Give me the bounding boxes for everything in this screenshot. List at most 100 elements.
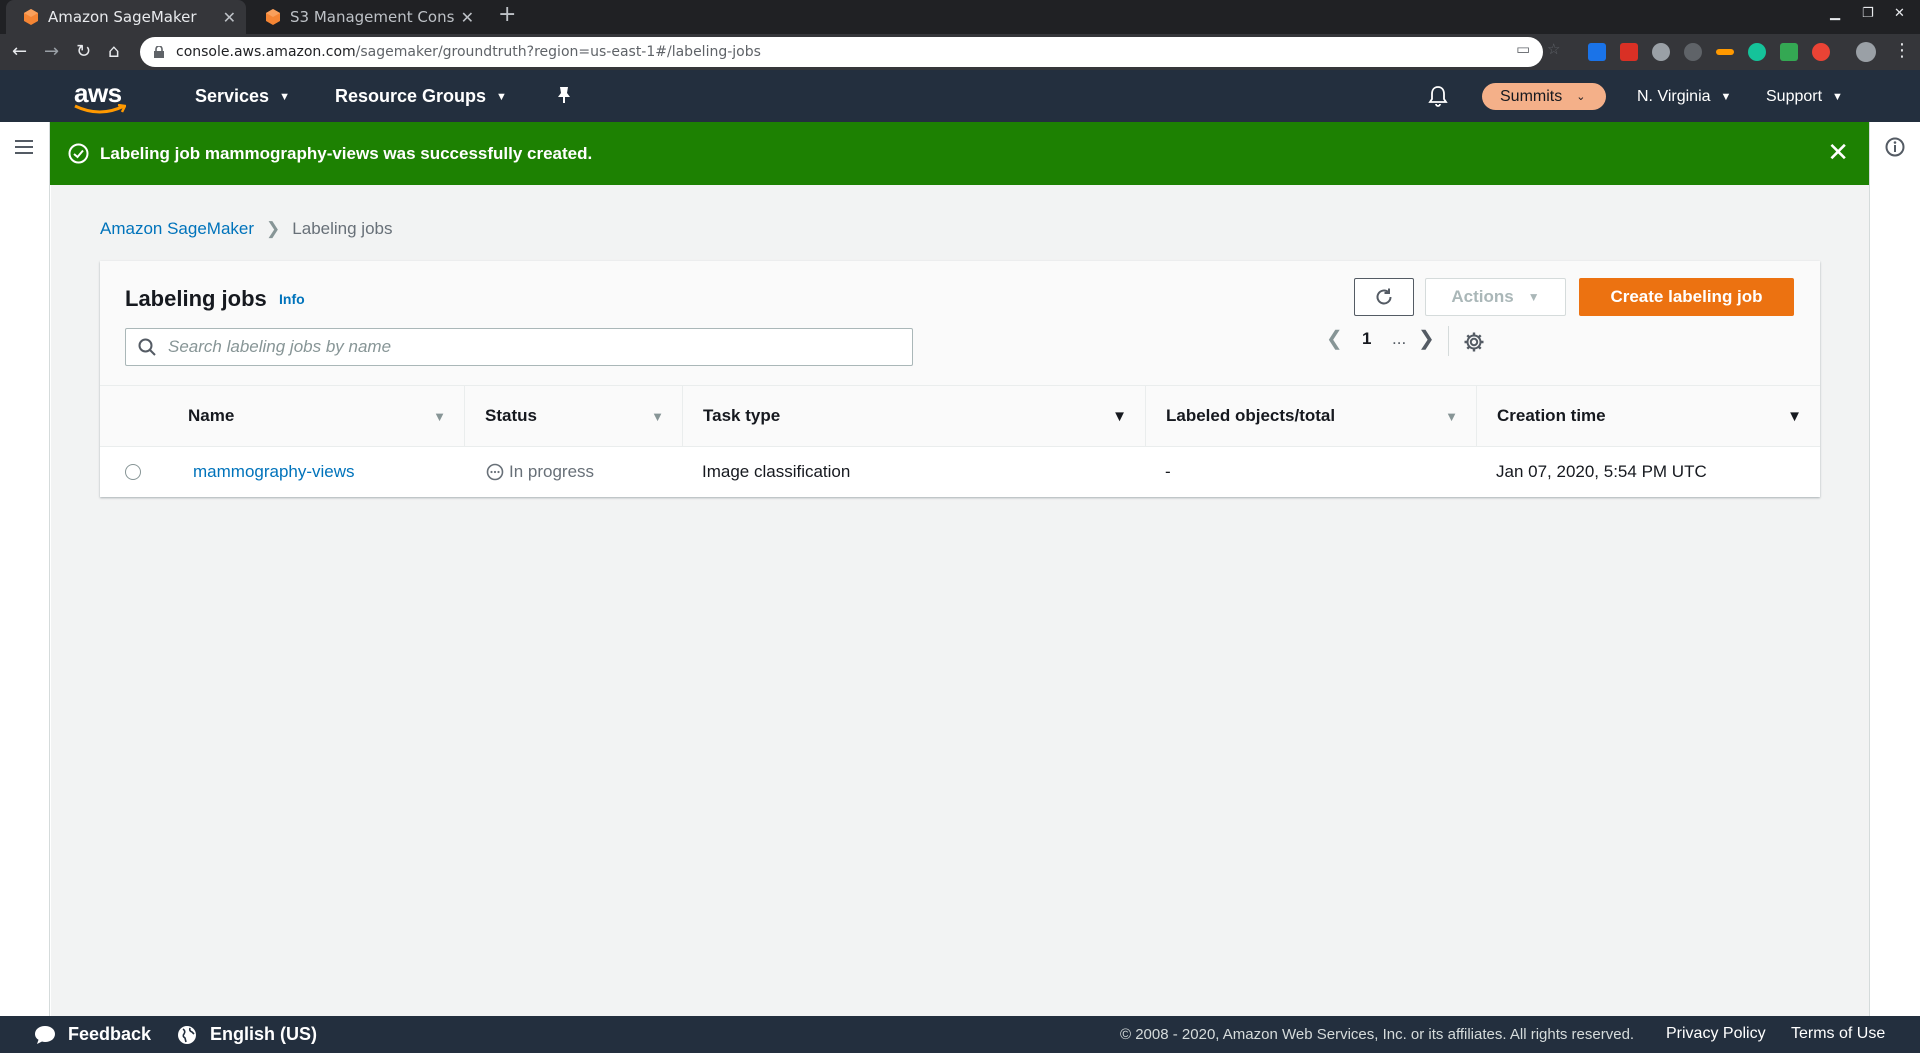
resource-groups-menu[interactable]: Resource Groups ▼ [335, 86, 507, 107]
chevron-down-icon: ▼ [279, 91, 290, 104]
sort-icon: ▼ [1445, 408, 1458, 424]
success-check-icon [68, 143, 89, 164]
new-tab-icon[interactable]: + [498, 2, 516, 27]
chevron-down-icon: ▼ [1832, 90, 1843, 103]
caret-down-icon: ▼ [1527, 290, 1540, 304]
close-tab-icon[interactable]: ✕ [223, 8, 236, 27]
search-input[interactable] [168, 337, 868, 357]
success-flash-banner: Labeling job mammography-views was succe… [50, 122, 1869, 185]
right-rail [1869, 122, 1920, 1016]
task-type-cell: Image classification [702, 462, 851, 481]
copyright-text: © 2008 - 2020, Amazon Web Services, Inc.… [1120, 1026, 1635, 1043]
sagemaker-favicon-icon [24, 9, 38, 25]
chevron-down-icon: ▼ [1720, 90, 1732, 103]
language-selector[interactable]: English (US) [210, 1024, 317, 1045]
support-menu[interactable]: Support ▼ [1766, 88, 1843, 106]
extension-icon[interactable] [1652, 43, 1670, 61]
create-labeling-job-button[interactable]: Create labeling job [1579, 278, 1794, 316]
refresh-icon [1376, 288, 1392, 305]
status-cell: In progress [486, 447, 594, 497]
column-header-labeled-objects[interactable]: Labeled objects/total ▼ [1145, 386, 1476, 446]
s3-favicon-icon [266, 9, 280, 25]
address-bar[interactable]: console.aws.amazon.com/sagemaker/groundt… [140, 37, 1543, 67]
breadcrumb-current: Labeling jobs [292, 219, 393, 238]
console-footer: Feedback English (US) © 2008 - 2020, Ama… [0, 1016, 1920, 1053]
cast-icon[interactable]: ▭ [1516, 40, 1530, 58]
extension-icon[interactable] [1780, 43, 1798, 61]
column-header-status[interactable]: Status ▼ [464, 386, 682, 446]
amazon-extension-icon[interactable] [1716, 49, 1734, 55]
labeled-objects-cell: - [1165, 462, 1171, 481]
column-header-task-type[interactable]: Task type ▼ [682, 386, 1145, 446]
aws-smile-icon [74, 104, 126, 114]
maximize-icon[interactable]: ❐ [1862, 6, 1874, 21]
actions-button[interactable]: Actions ▼ [1425, 278, 1566, 316]
sort-icon: ▼ [433, 408, 446, 424]
globe-icon [178, 1026, 196, 1044]
prev-page-icon[interactable]: ❮ [1326, 326, 1343, 351]
info-link[interactable]: Info [279, 291, 305, 307]
settings-gear-icon[interactable] [1463, 331, 1485, 353]
browser-toolbar: ← → ↻ ⌂ console.aws.amazon.com/sagemaker… [0, 34, 1920, 70]
tab-title: Amazon SageMaker [48, 8, 197, 26]
browser-tab-sagemaker[interactable]: Amazon SageMaker ✕ [6, 0, 246, 34]
lock-icon [154, 46, 164, 58]
minimize-icon[interactable]: ▁ [1830, 6, 1840, 21]
close-window-icon[interactable]: ✕ [1894, 6, 1905, 21]
column-header-name[interactable]: Name ▼ [168, 386, 464, 446]
terms-of-use-link[interactable]: Terms of Use [1791, 1025, 1885, 1043]
column-header-creation-time[interactable]: Creation time ▼ [1476, 386, 1820, 446]
info-panel-icon[interactable] [1885, 137, 1905, 157]
browser-tab-bar: Amazon SageMaker ✕ S3 Management Console… [0, 0, 1920, 34]
forward-icon[interactable]: → [44, 41, 59, 62]
extension-icon[interactable] [1812, 43, 1830, 61]
next-page-icon[interactable]: ❯ [1418, 326, 1435, 351]
url-text: console.aws.amazon.com/sagemaker/groundt… [176, 44, 761, 60]
labeling-jobs-panel: Labeling jobs Info Actions ▼ Create label… [100, 261, 1820, 497]
search-icon [138, 338, 156, 356]
breadcrumb: Amazon SageMaker ❯ Labeling jobs [100, 219, 392, 239]
page-number[interactable]: 1 [1362, 329, 1371, 349]
sort-icon: ▼ [1112, 407, 1127, 425]
sort-icon: ▼ [651, 408, 664, 424]
aws-top-nav: aws Services ▼ Resource Groups ▼ Summits ⌄ … [0, 70, 1920, 122]
extension-icon[interactable] [1620, 43, 1638, 61]
pin-icon[interactable] [556, 86, 572, 104]
job-name-link[interactable]: mammography-views [193, 447, 355, 497]
left-rail [0, 122, 50, 1016]
sort-icon: ▼ [1787, 407, 1802, 425]
home-icon[interactable]: ⌂ [108, 41, 119, 62]
feedback-link[interactable]: Feedback [68, 1024, 151, 1045]
services-menu[interactable]: Services ▼ [195, 86, 290, 107]
creation-time-cell: Jan 07, 2020, 5:54 PM UTC [1496, 462, 1707, 481]
breadcrumb-sagemaker-link[interactable]: Amazon SageMaker [100, 219, 254, 238]
grammarly-icon[interactable] [1748, 43, 1766, 61]
page-ellipsis: ... [1392, 329, 1407, 348]
browser-menu-icon[interactable]: ⋮ [1893, 40, 1911, 61]
back-icon[interactable]: ← [12, 41, 27, 62]
hamburger-menu-icon[interactable] [15, 139, 33, 155]
page-title: Labeling jobs [125, 286, 267, 311]
chevron-down-icon: ⌄ [1576, 91, 1586, 103]
summits-button[interactable]: Summits ⌄ [1482, 83, 1606, 110]
privacy-policy-link[interactable]: Privacy Policy [1666, 1025, 1766, 1043]
status-text: In progress [509, 462, 595, 481]
notifications-bell-icon[interactable] [1428, 85, 1448, 107]
in-progress-icon [486, 463, 504, 481]
bookmark-star-icon[interactable]: ☆ [1547, 40, 1560, 58]
close-tab-icon[interactable]: ✕ [461, 8, 474, 27]
chevron-down-icon: ▼ [496, 91, 507, 104]
pager-divider [1448, 326, 1449, 356]
reload-icon[interactable]: ↻ [76, 41, 91, 62]
feedback-speech-bubble-icon [35, 1026, 55, 1044]
extension-icon[interactable] [1588, 43, 1606, 61]
search-field[interactable] [125, 328, 913, 366]
refresh-button[interactable] [1354, 278, 1414, 316]
region-selector[interactable]: N. Virginia ▼ [1637, 88, 1731, 106]
row-select-radio[interactable] [125, 464, 141, 480]
tab-title: S3 Management Console [290, 8, 455, 26]
browser-tab-s3[interactable]: S3 Management Console ✕ [248, 0, 484, 34]
close-icon[interactable]: ✕ [1827, 140, 1849, 166]
profile-avatar[interactable] [1856, 42, 1876, 62]
extension-icon[interactable] [1684, 43, 1702, 61]
